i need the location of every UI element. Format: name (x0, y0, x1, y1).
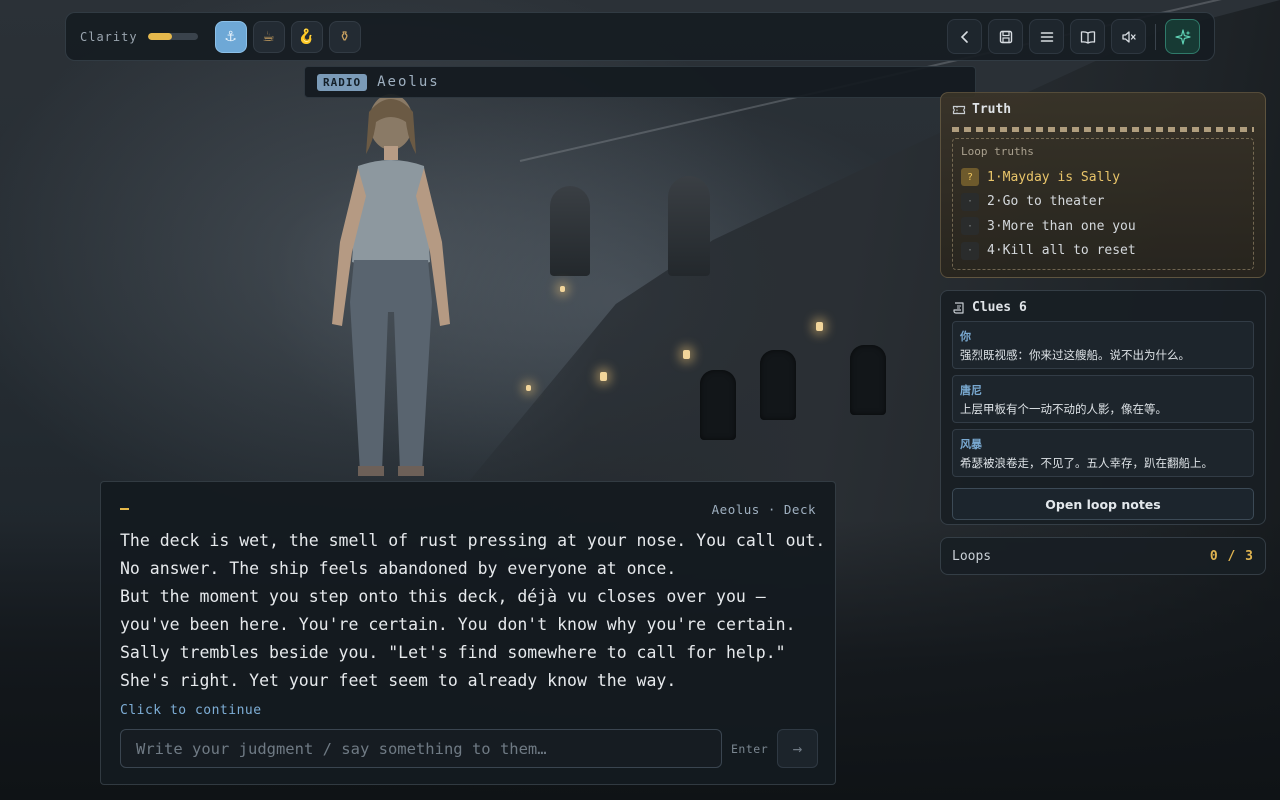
save-icon (999, 30, 1012, 43)
narration-line: She's right. Yet your feet seem to alrea… (120, 671, 677, 690)
open-loop-notes-button[interactable]: Open loop notes (952, 488, 1254, 520)
menu-button[interactable] (1029, 19, 1064, 54)
scene-location: Aeolus · Deck (711, 502, 816, 517)
sparkle-icon (1174, 28, 1191, 45)
item-slot-3[interactable]: 🪝 (290, 20, 323, 53)
loops-label: Loops (952, 548, 992, 564)
top-hud-bar: Clarity ⚓ ☕ 🪝 ⚱ (65, 12, 1215, 61)
truth-status-mark: ? (961, 168, 979, 187)
clue-card[interactable]: 你强烈既视感：你来过这艘船。说不出为什么。 (952, 321, 1254, 369)
truth-status-mark: · (961, 192, 979, 211)
item-toolbar: ⚓ ☕ 🪝 ⚱ (214, 20, 361, 53)
hint-button[interactable] (1165, 19, 1200, 54)
back-icon (960, 30, 968, 43)
loop-truths-list: ? 1·Mayday is Sally · 2·Go to theater · 3·Mor… (961, 165, 1245, 263)
clue-source: 唐尼 (960, 384, 982, 397)
arrow-right-icon: → (792, 739, 803, 758)
clue-card[interactable]: 风暴希瑟被浪卷走，不见了。五人幸存，趴在翻船上。 (952, 429, 1254, 477)
hook-icon: 🪝 (297, 28, 316, 45)
truth-item-text: 2·Go to theater (987, 194, 1105, 210)
send-button[interactable]: → (777, 729, 818, 768)
clue-text: 希瑟被浪卷走，不见了。五人幸存，趴在翻船上。 (960, 456, 1213, 470)
deck-lamp (600, 372, 607, 381)
truth-item-text: 3·More than one you (987, 218, 1136, 234)
mute-button[interactable] (1111, 19, 1146, 54)
clarity-label: Clarity (80, 29, 138, 44)
truth-status-mark: · (961, 217, 979, 236)
loops-count: 0 / 3 (1209, 548, 1254, 564)
item-slot-2[interactable]: ☕ (252, 20, 285, 53)
continue-hint[interactable]: Click to continue (120, 703, 262, 718)
item-slot-1[interactable]: ⚓ (214, 20, 247, 53)
ship-door (700, 370, 736, 440)
narration-line: you've been here. You're certain. You do… (120, 615, 796, 634)
scroll-icon (953, 301, 964, 314)
speaker-indicator (120, 508, 129, 510)
deck-lamp (683, 350, 690, 359)
anchor-icon: ⚓ (224, 28, 237, 45)
back-button[interactable] (947, 19, 982, 54)
deck-lamp (560, 286, 565, 292)
clue-source: 你 (960, 330, 971, 343)
clue-text: 强烈既视感：你来过这艘船。说不出为什么。 (960, 348, 1190, 362)
judgment-input[interactable] (120, 729, 722, 768)
truth-item[interactable]: · 4·Kill all to reset (961, 239, 1245, 264)
clues-panel: Clues 6 你强烈既视感：你来过这艘船。说不出为什么。 唐尼上层甲板有个一动不… (940, 290, 1266, 525)
radio-badge: RADIO (317, 73, 368, 91)
loop-truths-title: Loop truths (961, 145, 1034, 158)
narration-text: The deck is wet, the smell of rust press… (120, 527, 826, 695)
journal-button[interactable] (1070, 19, 1105, 54)
clarity-meter (147, 33, 198, 40)
clue-list: 你强烈既视感：你来过这艘船。说不出为什么。 唐尼上层甲板有个一动不动的人影，像在等… (941, 321, 1265, 477)
jar-icon: ⚱ (338, 28, 351, 45)
toolbar-divider (1155, 23, 1156, 50)
truth-item[interactable]: ? 1·Mayday is Sally (961, 165, 1245, 190)
menu-icon (1040, 31, 1053, 42)
ship-door (760, 350, 796, 420)
item-slot-4[interactable]: ⚱ (328, 20, 361, 53)
narration-line: But the moment you step onto this deck, … (120, 587, 766, 606)
mute-icon (1121, 30, 1136, 43)
loop-truths-box: Loop truths ? 1·Mayday is Sally · 2·Go to t… (952, 138, 1254, 270)
loops-panel: Loops 0 / 3 (940, 537, 1266, 575)
ship-door (850, 345, 886, 415)
radio-station-name: Aeolus (377, 74, 440, 90)
ship-funnel (668, 176, 710, 276)
character-sally (332, 94, 450, 476)
truth-title: Truth (972, 102, 1012, 117)
clue-source: 风暴 (960, 438, 982, 451)
truth-progress-rule (952, 127, 1254, 132)
narration-line: Sally trembles beside you. "Let's find s… (120, 643, 786, 662)
save-button[interactable] (988, 19, 1023, 54)
clue-card[interactable]: 唐尼上层甲板有个一动不动的人影，像在等。 (952, 375, 1254, 423)
truth-status-mark: · (961, 241, 979, 260)
deck-lamp (526, 385, 531, 391)
ticket-icon (952, 105, 966, 114)
clarity-meter-fill (147, 33, 172, 40)
system-controls (947, 19, 1200, 54)
cup-icon: ☕ (262, 28, 275, 45)
truth-item-text: 4·Kill all to reset (987, 243, 1136, 259)
dialogue-box[interactable]: Aeolus · Deck The deck is wet, the smell… (100, 481, 836, 785)
truth-item[interactable]: · 3·More than one you (961, 214, 1245, 239)
truth-item[interactable]: · 2·Go to theater (961, 190, 1245, 215)
truth-item-text: 1·Mayday is Sally (987, 169, 1121, 185)
enter-hint: Enter (731, 742, 769, 756)
truth-header: Truth (941, 93, 1265, 117)
truth-panel: Truth Loop truths ? 1·Mayday is Sally · 2·G… (940, 92, 1266, 278)
clue-text: 上层甲板有个一动不动的人影，像在等。 (960, 402, 1167, 416)
clues-title: Clues 6 (972, 300, 1027, 315)
book-icon (1080, 30, 1095, 44)
narration-line: The deck is wet, the smell of rust press… (120, 531, 826, 550)
narration-line: No answer. The ship feels abandoned by e… (120, 559, 677, 578)
radio-banner: RADIO Aeolus (304, 66, 976, 98)
ship-funnel (550, 186, 590, 276)
clues-header: Clues 6 (941, 291, 1265, 315)
deck-lamp (816, 322, 823, 331)
